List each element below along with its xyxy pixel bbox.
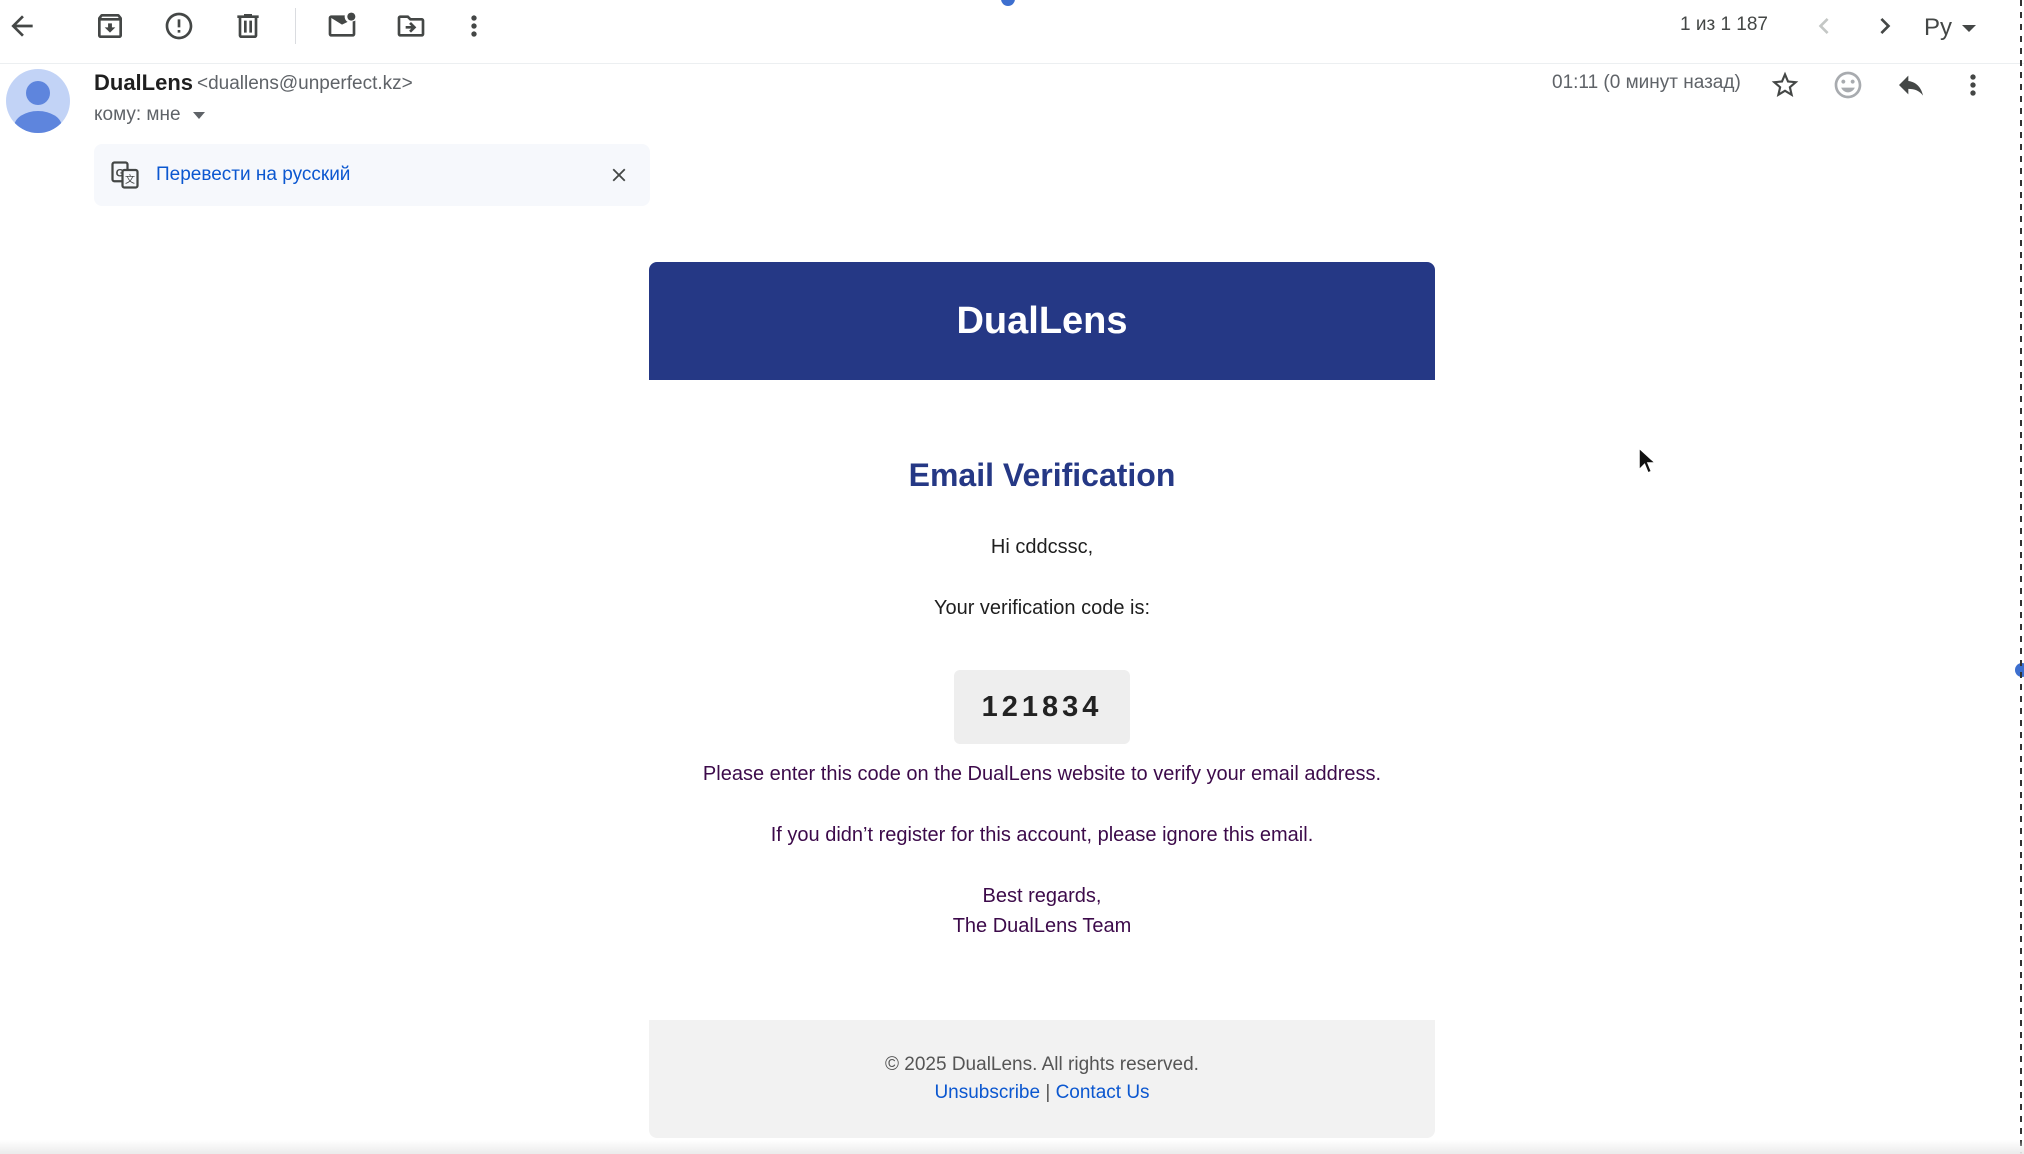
close-icon[interactable] <box>608 164 630 186</box>
signature-text: The DualLens Team <box>952 915 1132 937</box>
contact-us-link[interactable]: Contact Us <box>1056 1082 1150 1103</box>
emoji-reaction-icon[interactable] <box>1818 55 1878 115</box>
translate-banner: G 文 Перевести на русский <box>94 144 650 206</box>
verification-code-box: 121834 <box>954 670 1130 744</box>
report-spam-icon[interactable] <box>149 0 209 56</box>
toolbar-separator <box>0 63 2024 64</box>
verification-code: 121834 <box>981 690 1103 723</box>
recipient-label: кому: мне <box>94 104 181 125</box>
selection-border <box>2020 0 2022 1154</box>
selection-handle <box>1001 0 1015 6</box>
language-label: Ру <box>1924 14 1953 41</box>
caret-down-icon <box>1962 24 1977 32</box>
scroll-shadow <box>0 1140 2024 1154</box>
email-greeting: Hi cddcssc, <box>990 536 1094 558</box>
footer-separator: | <box>1045 1082 1051 1103</box>
email-footer: © 2025 DualLens. All rights reserved. Un… <box>649 1020 1435 1138</box>
mouse-cursor-icon <box>1638 446 1658 474</box>
ignore-note-text: If you didn’t register for this account,… <box>770 824 1314 846</box>
input-language-selector[interactable]: Ру <box>1924 10 1977 46</box>
chevron-left-icon[interactable] <box>1794 0 1854 56</box>
instruction-text: Please enter this code on the DualLens w… <box>702 763 1382 785</box>
sender-avatar[interactable] <box>6 69 70 133</box>
pagination-count: 1 из 1 187 <box>1680 14 1768 35</box>
back-arrow-icon[interactable] <box>0 0 52 56</box>
footer-links: Unsubscribe | Contact Us <box>649 1082 1435 1104</box>
email-title: Email Verification <box>908 457 1176 493</box>
message-time: 01:11 (0 минут назад) <box>1552 72 1741 93</box>
sender-name[interactable]: DualLens <box>94 70 193 96</box>
svg-text:文: 文 <box>125 173 135 186</box>
translate-link[interactable]: Перевести на русский <box>156 164 350 186</box>
mark-unread-icon[interactable] <box>312 0 372 56</box>
trash-icon[interactable] <box>218 0 278 56</box>
archive-icon[interactable] <box>80 0 140 56</box>
unsubscribe-link[interactable]: Unsubscribe <box>934 1082 1040 1103</box>
reply-icon[interactable] <box>1881 55 1941 115</box>
sender-email: <duallens@unperfect.kz> <box>197 73 413 94</box>
email-brand-header: DualLens <box>649 262 1435 380</box>
move-to-icon[interactable] <box>381 0 441 56</box>
star-icon[interactable] <box>1755 55 1815 115</box>
email-brand-title: DualLens <box>956 299 1128 342</box>
recipient-details-toggle[interactable]: кому: мне <box>94 104 205 126</box>
toolbar-divider <box>295 8 296 44</box>
more-vert-icon[interactable] <box>1943 55 2003 115</box>
caret-down-icon <box>192 111 205 119</box>
chevron-right-icon[interactable] <box>1855 0 1915 56</box>
code-intro-text: Your verification code is: <box>933 597 1151 619</box>
more-vert-icon[interactable] <box>444 0 504 56</box>
copyright-text: © 2025 DualLens. All rights reserved. <box>885 1054 1199 1075</box>
translate-icon: G 文 <box>111 161 139 189</box>
closing-text: Best regards, <box>982 885 1102 907</box>
